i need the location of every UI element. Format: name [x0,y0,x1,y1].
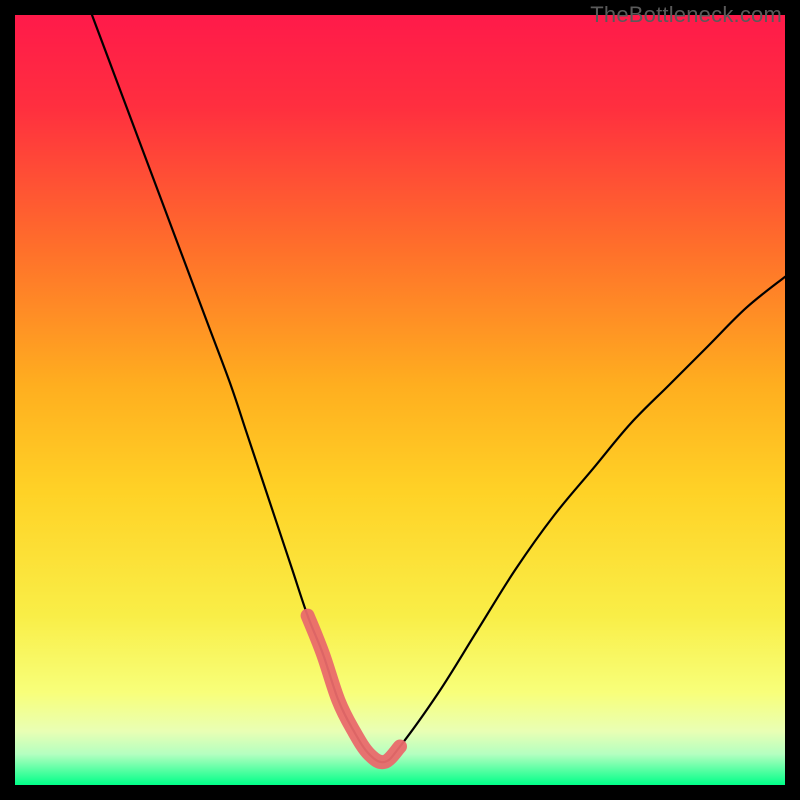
bottleneck-chart [15,15,785,785]
watermark-text: TheBottleneck.com [590,2,782,28]
chart-frame: { "watermark": "TheBottleneck.com", "col… [0,0,800,800]
gradient-background [15,15,785,785]
